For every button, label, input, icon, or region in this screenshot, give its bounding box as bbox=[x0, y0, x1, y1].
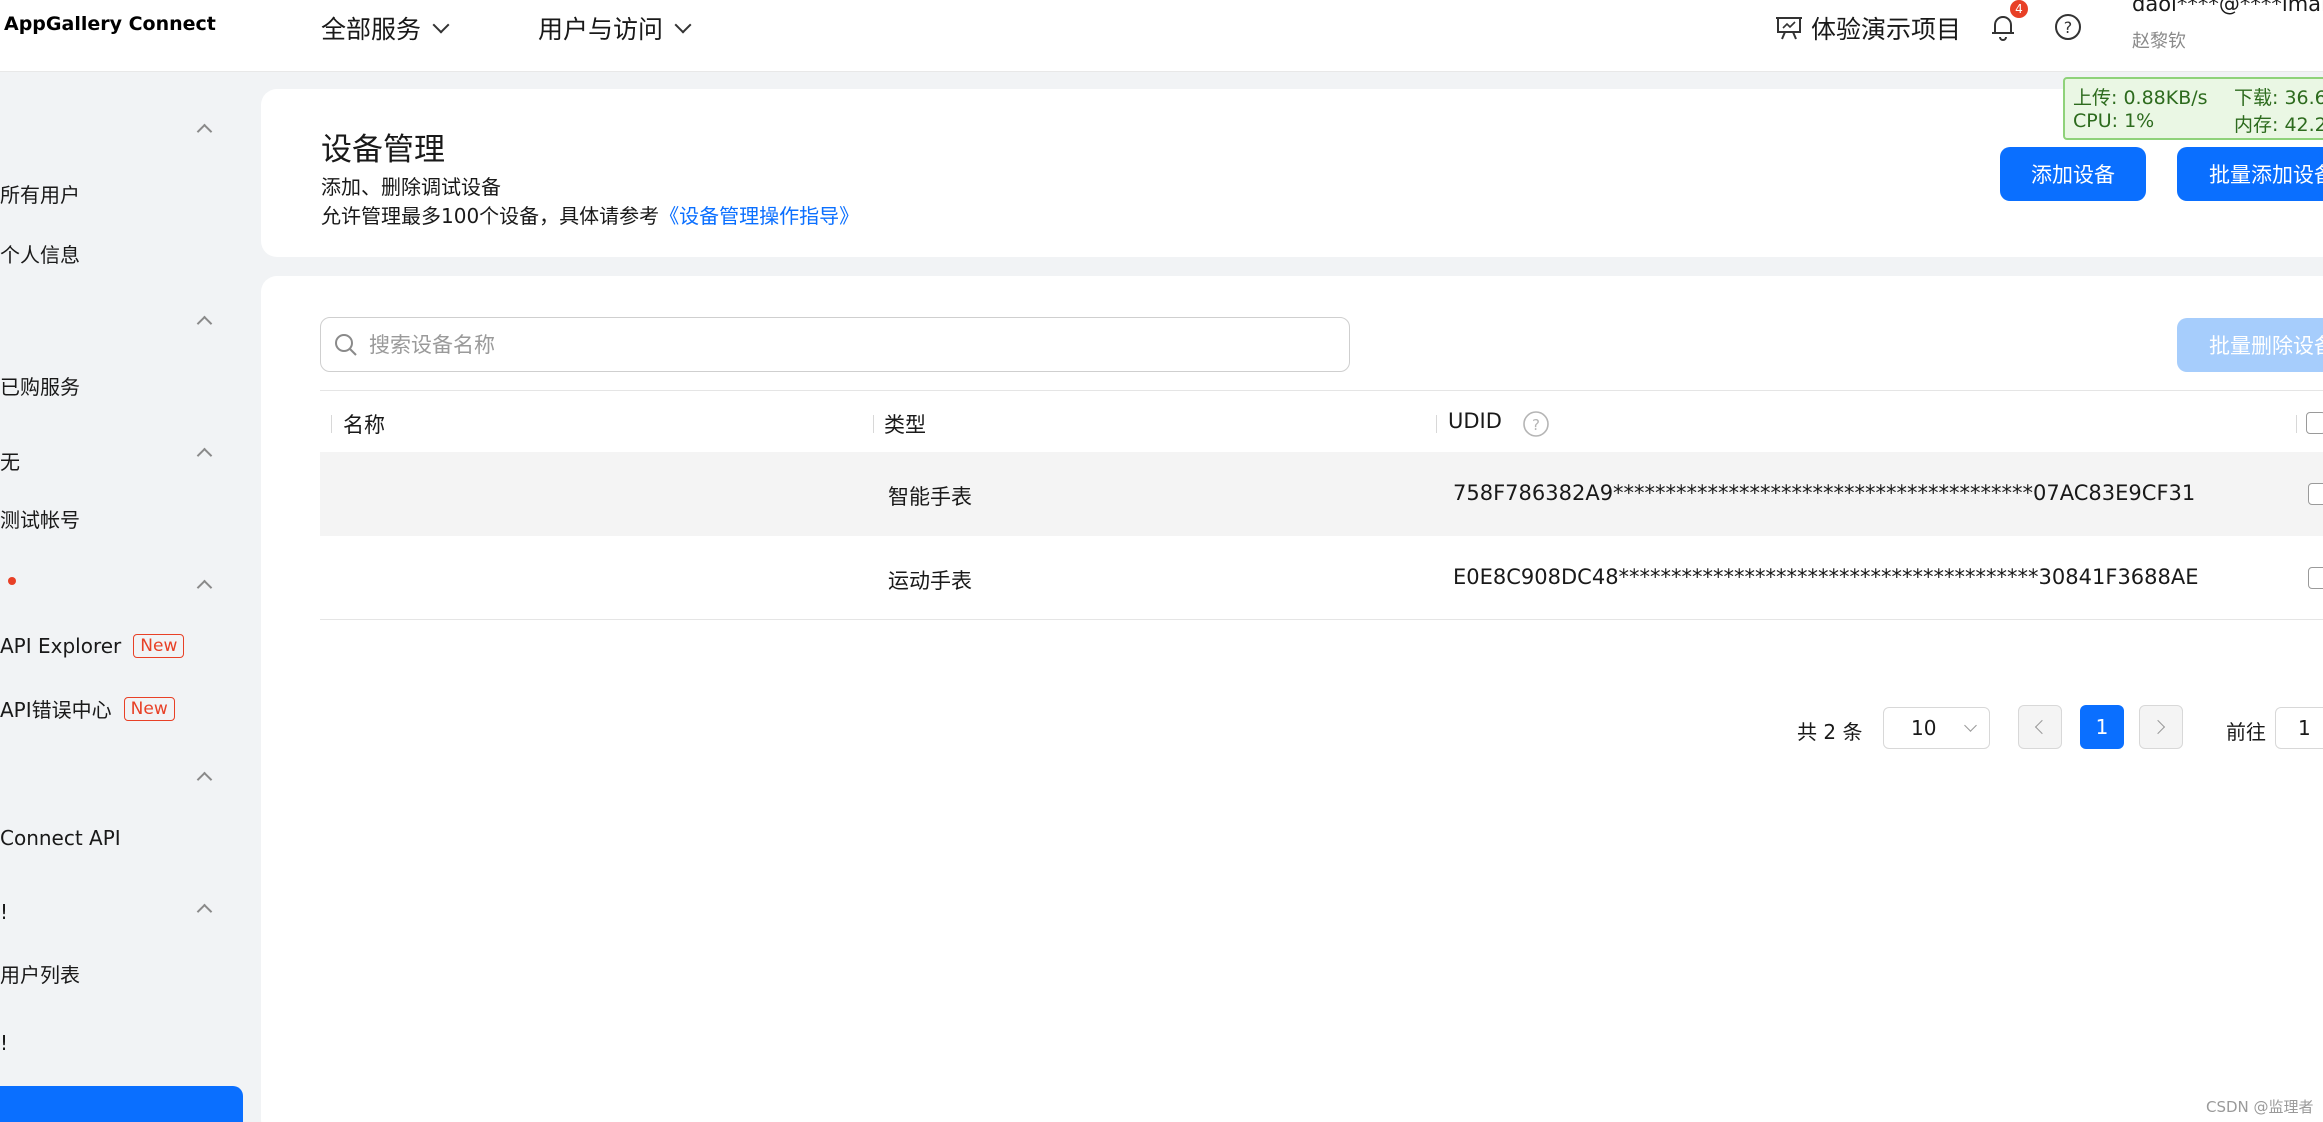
demo-project-button[interactable]: 体验演示项目 bbox=[1775, 10, 1961, 46]
sidebar-group-label: 无 bbox=[0, 450, 20, 474]
batch-add-devices-button[interactable]: 批量添加设备 bbox=[2177, 147, 2323, 201]
upload-speed: 上传: 0.88KB/s bbox=[2073, 87, 2208, 109]
cpu-usage: CPU: 1% bbox=[2073, 110, 2155, 132]
select-all-checkbox[interactable] bbox=[2306, 412, 2323, 434]
sidebar-item-purchased-services[interactable]: 已购服务 bbox=[0, 371, 80, 400]
page-size-value: 10 bbox=[1911, 716, 1937, 740]
sidebar-item-label: 已购服务 bbox=[0, 375, 80, 399]
device-udid: 758F786382A9****************************… bbox=[1453, 481, 2196, 505]
page-description: 添加、删除调试设备 bbox=[321, 175, 501, 199]
column-separator bbox=[331, 415, 332, 433]
column-header-udid: UDID bbox=[1448, 409, 1502, 433]
limit-text: 允许管理最多100个设备，具体请参考 bbox=[321, 204, 660, 228]
sidebar-group-label: ! bbox=[0, 900, 9, 924]
page-limit-note: 允许管理最多100个设备，具体请参考《设备管理操作指导》 bbox=[321, 200, 859, 229]
chevron-right-icon bbox=[2150, 719, 2166, 735]
batch-delete-devices-button[interactable]: 批量删除设备 bbox=[2177, 318, 2323, 372]
demo-project-label: 体验演示项目 bbox=[1811, 15, 1962, 44]
guide-link[interactable]: 《设备管理操作指导》 bbox=[659, 204, 859, 228]
chevron-down-icon bbox=[674, 16, 692, 34]
new-dot-indicator bbox=[8, 577, 16, 585]
svg-text:?: ? bbox=[1532, 416, 1540, 434]
sidebar-item-label: 个人信息 bbox=[0, 243, 80, 267]
sidebar-item-label: 测试帐号 bbox=[0, 508, 80, 532]
user-account[interactable]: daol****@****lmail bbox=[2132, 0, 2323, 16]
current-page[interactable]: 1 bbox=[2080, 705, 2124, 749]
table-bottom-divider bbox=[320, 619, 2323, 620]
column-separator bbox=[873, 415, 874, 433]
device-type: 运动手表 bbox=[888, 569, 972, 593]
nav-all-services[interactable]: 全部服务 bbox=[321, 10, 450, 46]
goto-label: 前往 bbox=[2226, 720, 2266, 744]
goto-page-input[interactable]: 1 bbox=[2275, 707, 2323, 749]
row-checkbox[interactable] bbox=[2308, 483, 2323, 505]
sidebar-item-label: Connect API bbox=[0, 826, 121, 850]
memory-usage: 内存: 42.2 bbox=[2234, 114, 2323, 136]
prev-page-button[interactable] bbox=[2018, 705, 2062, 749]
sidebar-item-api-error-center[interactable]: API错误中心 New bbox=[0, 694, 175, 723]
sidebar-item-label: API错误中心 bbox=[0, 698, 112, 722]
column-header-name: 名称 bbox=[343, 413, 385, 437]
row-checkbox[interactable] bbox=[2308, 567, 2323, 589]
column-header-type: 类型 bbox=[884, 413, 926, 437]
search-icon bbox=[335, 333, 357, 356]
help-icon[interactable]: ? bbox=[2053, 12, 2083, 42]
sidebar-item-api-explorer[interactable]: API Explorer New bbox=[0, 634, 185, 658]
chevron-down-icon bbox=[1964, 719, 1977, 732]
new-badge: New bbox=[123, 696, 175, 721]
download-speed: 下载: 36.6 bbox=[2234, 87, 2323, 109]
new-badge: New bbox=[133, 634, 185, 658]
watermark: CSDN @监理者 bbox=[2206, 1098, 2314, 1116]
chevron-down-icon bbox=[432, 16, 450, 34]
sidebar-item-label: 所有用户 bbox=[0, 183, 80, 207]
device-udid: E0E8C908DC48****************************… bbox=[1453, 565, 2199, 589]
sidebar-item-label: 用户列表 bbox=[0, 963, 80, 987]
pagination-total: 共 2 条 bbox=[1797, 720, 1863, 744]
column-separator bbox=[2296, 415, 2297, 433]
sidebar-item-label: API Explorer bbox=[0, 634, 122, 658]
nav-users-access-label: 用户与访问 bbox=[538, 15, 664, 44]
page-size-select[interactable]: 10 bbox=[1883, 707, 1990, 749]
column-separator bbox=[1436, 415, 1437, 433]
device-list-card bbox=[261, 276, 2323, 1122]
svg-text:?: ? bbox=[2064, 18, 2073, 37]
next-page-button[interactable] bbox=[2139, 705, 2183, 749]
notification-badge: 4 bbox=[2010, 0, 2028, 18]
add-device-button[interactable]: 添加设备 bbox=[2000, 147, 2146, 201]
nav-all-services-label: 全部服务 bbox=[321, 15, 422, 44]
page-title: 设备管理 bbox=[321, 132, 445, 168]
network-monitor-widget: 上传: 0.88KB/s 下载: 36.6 CPU: 1% 内存: 42.2 bbox=[2063, 77, 2323, 140]
user-display-name: 赵黎钦 bbox=[2132, 31, 2186, 52]
sidebar-group-label: ! bbox=[0, 1031, 9, 1055]
sidebar-item-personal-info[interactable]: 个人信息 bbox=[0, 239, 80, 268]
sidebar-item-active[interactable] bbox=[0, 1086, 243, 1122]
udid-help-icon[interactable]: ? bbox=[1522, 410, 1550, 438]
search-box[interactable] bbox=[320, 317, 1350, 372]
brand-logo[interactable]: AppGallery Connect bbox=[4, 13, 216, 35]
nav-users-access[interactable]: 用户与访问 bbox=[538, 10, 692, 46]
sidebar-item-connect-api[interactable]: Connect API bbox=[0, 826, 121, 850]
device-type: 智能手表 bbox=[888, 485, 972, 509]
search-input[interactable] bbox=[369, 332, 1269, 357]
sidebar-item-user-list[interactable]: 用户列表 bbox=[0, 959, 80, 988]
chevron-left-icon bbox=[2034, 719, 2050, 735]
table-top-divider bbox=[320, 390, 2323, 391]
presentation-icon bbox=[1776, 17, 1802, 40]
sidebar-item-test-accounts[interactable]: 测试帐号 bbox=[0, 504, 80, 533]
sidebar-item-all-users[interactable]: 所有用户 bbox=[0, 179, 80, 208]
